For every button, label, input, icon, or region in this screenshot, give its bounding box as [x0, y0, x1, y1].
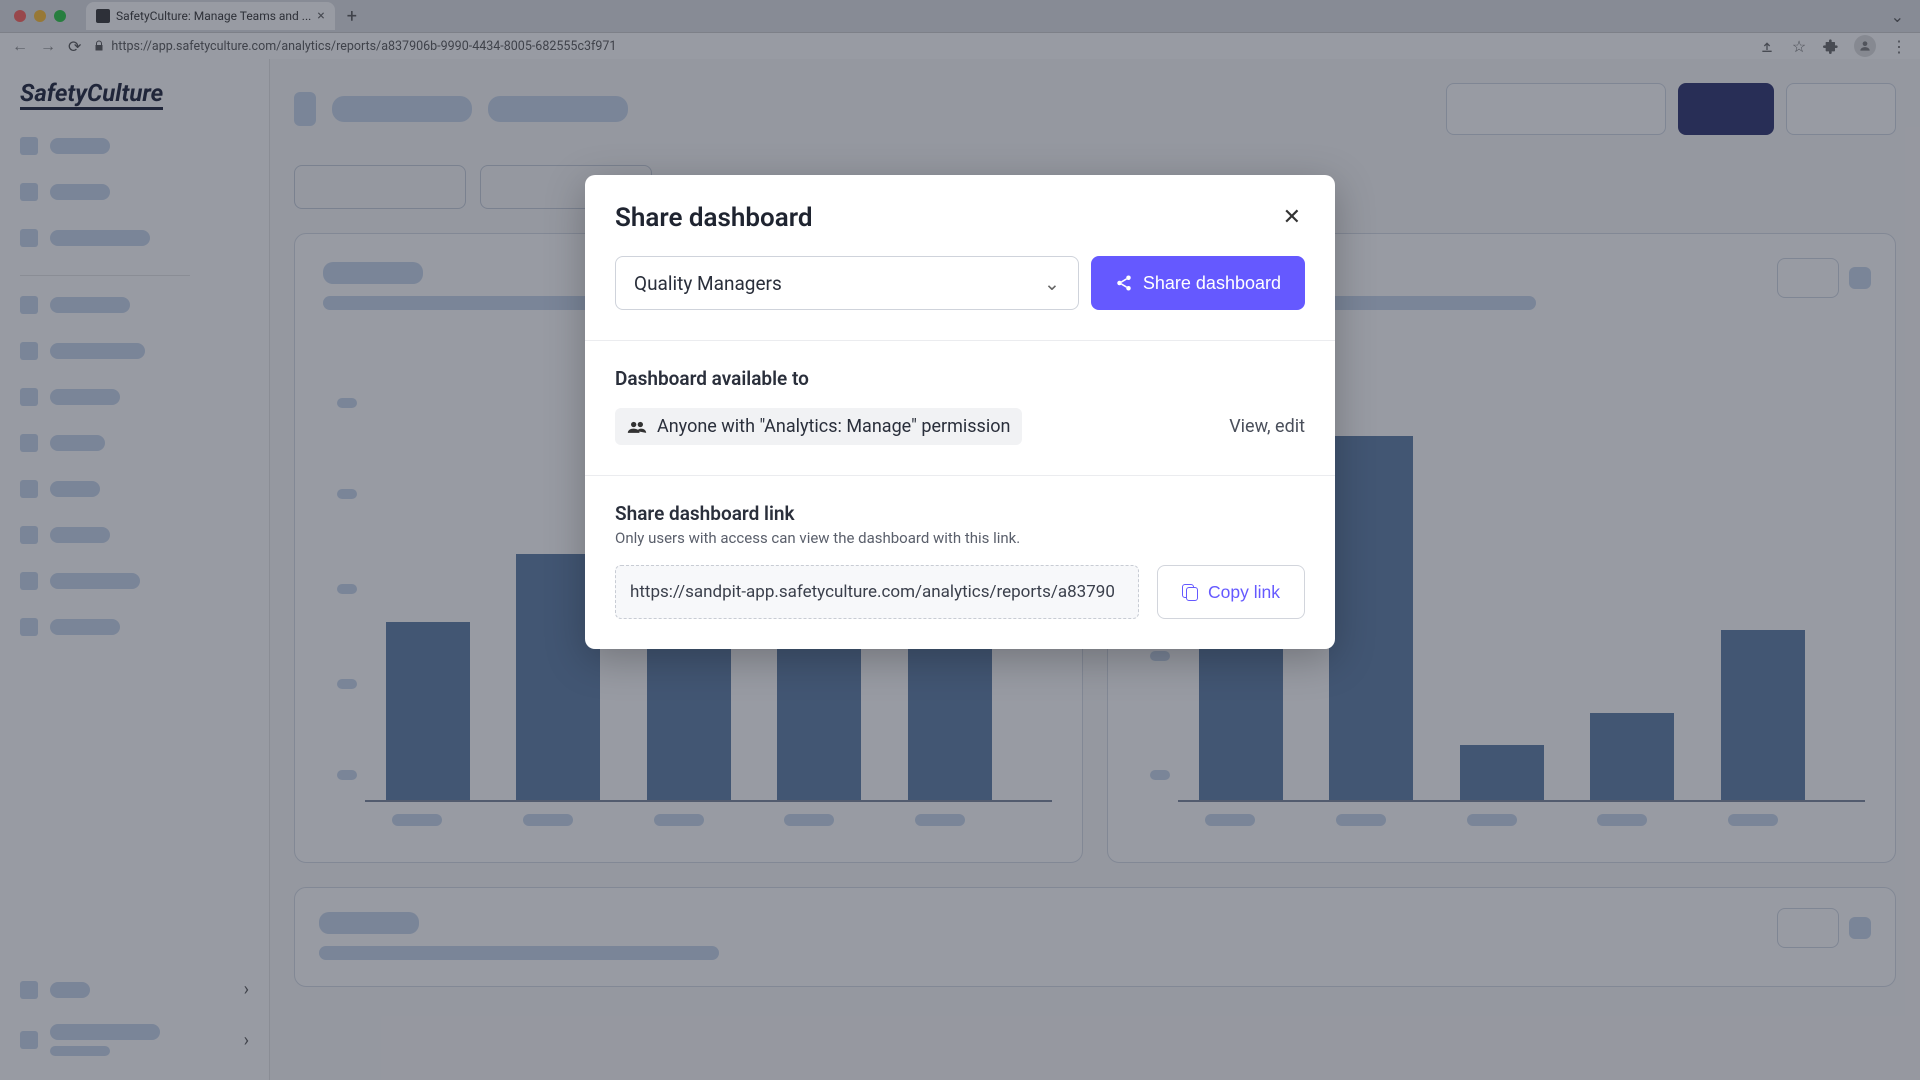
share-link-input[interactable]: https://sandpit-app.safetyculture.com/an… — [615, 565, 1139, 619]
modal-overlay[interactable]: Share dashboard ✕ Quality Managers ⌄ Sha… — [0, 0, 1920, 1080]
permission-chip: Anyone with "Analytics: Manage" permissi… — [615, 408, 1022, 445]
share-icon — [1115, 274, 1133, 292]
share-dashboard-modal: Share dashboard ✕ Quality Managers ⌄ Sha… — [585, 175, 1335, 649]
modal-title: Share dashboard — [615, 203, 812, 233]
permission-level[interactable]: View, edit — [1229, 416, 1305, 437]
chevron-down-icon: ⌄ — [1044, 272, 1060, 295]
close-icon[interactable]: ✕ — [1279, 201, 1305, 234]
share-link-subtext: Only users with access can view the dash… — [615, 529, 1305, 547]
available-to-heading: Dashboard available to — [615, 367, 1305, 390]
copy-icon — [1182, 584, 1198, 600]
selected-group-label: Quality Managers — [634, 272, 782, 295]
share-link-heading: Share dashboard link — [615, 502, 1305, 525]
share-button-label: Share dashboard — [1143, 273, 1281, 294]
copy-link-button[interactable]: Copy link — [1157, 565, 1305, 619]
share-link-url: https://sandpit-app.safetyculture.com/an… — [630, 582, 1115, 602]
people-icon — [627, 421, 647, 433]
recipient-select[interactable]: Quality Managers ⌄ — [615, 256, 1079, 310]
permission-text: Anyone with "Analytics: Manage" permissi… — [657, 416, 1010, 437]
copy-button-label: Copy link — [1208, 582, 1280, 603]
share-dashboard-button[interactable]: Share dashboard — [1091, 256, 1305, 310]
